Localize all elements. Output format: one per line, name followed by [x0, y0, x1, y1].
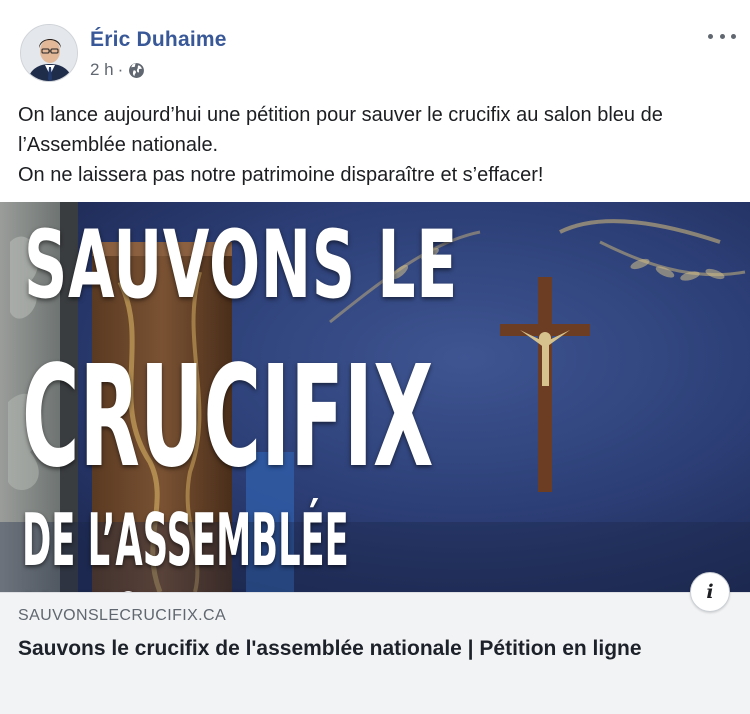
avatar-photo: [21, 25, 77, 81]
post-timestamp[interactable]: 2 h: [90, 60, 114, 80]
link-preview-image[interactable]: SAUVONS LE CRUCIFIX DE L’ASSEMBLÉE NATIO…: [0, 202, 750, 592]
post-text-line: On lance aujourd’hui une pétition pour s…: [18, 104, 663, 156]
post-text: On lance aujourd’hui une pétition pour s…: [18, 100, 733, 190]
dot-icon: [719, 33, 725, 39]
author-name[interactable]: Éric Duhaime: [90, 28, 227, 52]
dot-icon: [731, 33, 736, 39]
headline-line-1: SAUVONS LE: [24, 211, 458, 320]
link-domain: SAUVONSLECRUCIFIX.CA: [18, 607, 227, 624]
facebook-post: Éric Duhaime 2 h · On lance aujourd’hui …: [0, 0, 750, 714]
post-header: Éric Duhaime 2 h ·: [0, 0, 750, 92]
globe-icon[interactable]: [128, 62, 145, 79]
headline-line-2: CRUCIFIX: [22, 336, 434, 499]
headline-line-3: DE L’ASSEMBLÉE NATIONALE: [22, 498, 349, 592]
hero-headline: SAUVONS LE CRUCIFIX DE L’ASSEMBLÉE NATIO…: [0, 202, 750, 593]
more-options-icon[interactable]: [708, 26, 736, 46]
meta-separator: ·: [117, 60, 124, 79]
post-meta: 2 h ·: [90, 60, 145, 80]
link-preview-card[interactable]: SAUVONSLECRUCIFIX.CA Sauvons le crucifix…: [0, 592, 750, 714]
link-title[interactable]: Sauvons le crucifix de l'assemblée natio…: [18, 634, 708, 664]
dot-icon: [708, 33, 713, 39]
info-icon[interactable]: i: [690, 572, 730, 612]
author-avatar[interactable]: [20, 24, 78, 82]
post-text-line: On ne laissera pas notre patrimoine disp…: [18, 164, 544, 186]
